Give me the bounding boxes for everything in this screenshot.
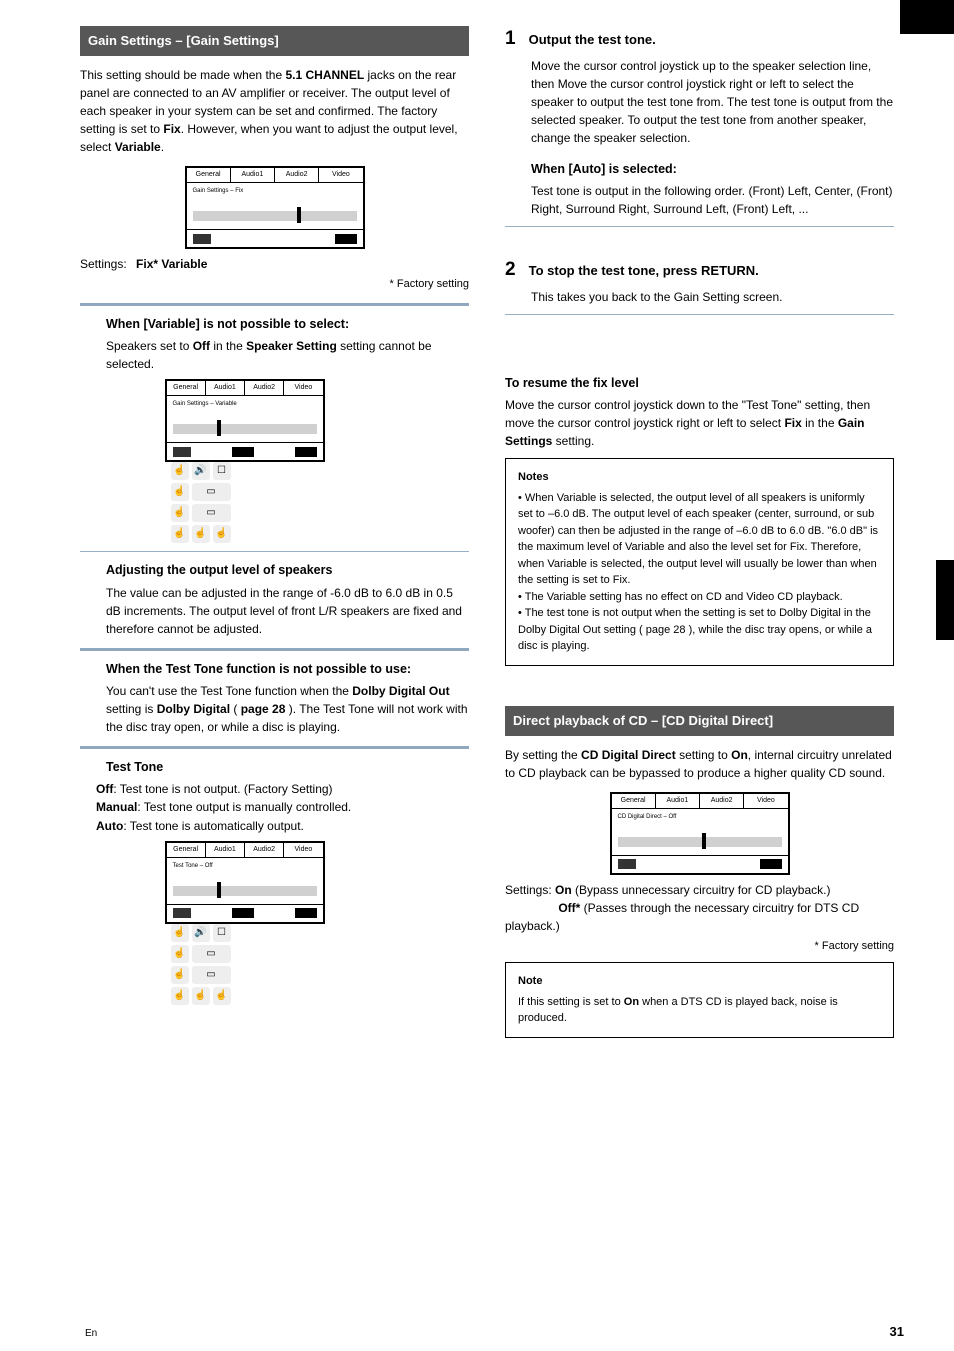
display-icon: ▭ [192, 483, 231, 501]
hand-icon: ☝ [171, 483, 189, 501]
dpad-icon [173, 908, 191, 918]
setup-label-icon [295, 447, 317, 457]
testtone-options: Off: Test tone is not output. (Factory S… [80, 781, 469, 835]
hand-icon: ☝ [213, 987, 231, 1005]
osd-gain-variable: GeneralAudio1Audio2Video Gain Settings –… [165, 379, 385, 543]
osd-cddirect: GeneralAudio1Audio2Video CD Digital Dire… [610, 792, 790, 875]
hand-icon: ☝ [171, 966, 189, 984]
notes-box: Notes • When Variable is selected, the o… [505, 458, 894, 666]
dpad-icon [618, 859, 636, 869]
step1-body: Move the cursor control joystick up to t… [505, 57, 894, 147]
page-header-flag [900, 0, 954, 34]
enter-label-icon [232, 447, 254, 457]
remote-button-icons: ☝ 🔊 ☐ ☝ ▭ ☝ ▭ ☝ ☝ ☝ [171, 462, 231, 543]
cddirect-note-box: Note If this setting is set to On when a… [505, 962, 894, 1038]
adjust-output-title: Adjusting the output level of speakers [80, 562, 469, 580]
step2-body: This takes you back to the Gain Setting … [505, 288, 894, 306]
testtone-notpossible-body: You can't use the Test Tone function whe… [80, 682, 469, 736]
dpad-icon [173, 447, 191, 457]
setup-label-icon [760, 859, 782, 869]
dpad-icon [193, 234, 211, 244]
display-icon: ▭ [192, 945, 231, 963]
settings-row-gain: Settings: Fix* Variable [80, 255, 469, 273]
speaker-icon: 🔊 [192, 462, 210, 480]
divider [80, 551, 469, 552]
factory-note-cddirect: * Factory setting [505, 939, 894, 954]
tv-icon: ☐ [213, 924, 231, 942]
osd-testtone: GeneralAudio1Audio2Video Test Tone – Off [165, 841, 385, 1005]
cddirect-settings: Settings: On (Bypass unnecessary circuit… [505, 881, 894, 935]
tv-icon: ☐ [213, 462, 231, 480]
hand-icon: ☝ [192, 987, 210, 1005]
hand-icon: ☝ [171, 945, 189, 963]
hand-icon: ☝ [171, 462, 189, 480]
divider [505, 226, 894, 227]
testtone-notpossible-title: When the Test Tone function is not possi… [80, 661, 469, 679]
hand-icon: ☝ [192, 525, 210, 543]
resume-title: To resume the fix level [505, 375, 894, 393]
variable-not-possible-title: When [Variable] is not possible to selec… [80, 316, 469, 334]
auto-selected-body: Test tone is output in the following ord… [505, 182, 894, 218]
adjust-output-body: The value can be adjusted in the range o… [80, 584, 469, 638]
resume-body: Move the cursor control joystick down to… [505, 396, 894, 450]
step2-title: 2 To stop the test tone, press RETURN. [505, 257, 894, 284]
setup-label-icon [295, 908, 317, 918]
cddirect-body: By setting the CD Digital Direct setting… [505, 746, 894, 782]
hand-icon: ☝ [171, 924, 189, 942]
divider [505, 314, 894, 315]
divider [80, 746, 469, 749]
page-lang: En [85, 1327, 97, 1341]
gain-intro: This setting should be made when the 5.1… [80, 66, 469, 156]
panel-icon: ▭ [192, 504, 231, 522]
side-tab [936, 560, 954, 640]
setup-label-icon [335, 234, 357, 244]
hand-icon: ☝ [171, 525, 189, 543]
divider [80, 303, 469, 306]
step1-title: 1 Output the test tone. [505, 26, 894, 53]
hand-icon: ☝ [171, 987, 189, 1005]
right-column: 1 Output the test tone. Move the cursor … [505, 20, 894, 1038]
panel-icon: ▭ [192, 966, 231, 984]
section-header-cddirect: Direct playback of CD – [CD Digital Dire… [505, 706, 894, 736]
variable-not-possible-body: Speakers set to Off in the Speaker Setti… [80, 337, 469, 373]
section-header-gain: Gain Settings – [Gain Settings] [80, 26, 469, 56]
enter-label-icon [232, 908, 254, 918]
auto-selected-title: When [Auto] is selected: [505, 161, 894, 179]
hand-icon: ☝ [213, 525, 231, 543]
left-column: Gain Settings – [Gain Settings] This set… [80, 20, 469, 1038]
testtone-title: Test Tone [80, 759, 469, 777]
remote-button-icons: ☝🔊☐ ☝▭ ☝▭ ☝☝☝ [171, 924, 231, 1005]
page-number: 31 [890, 1323, 904, 1341]
hand-icon: ☝ [171, 504, 189, 522]
factory-note-gain: * Factory setting [80, 277, 469, 292]
divider [80, 648, 469, 651]
speaker-icon: 🔊 [192, 924, 210, 942]
osd-gain-fix: General Audio1 Audio2 Video Gain Setting… [185, 166, 365, 249]
